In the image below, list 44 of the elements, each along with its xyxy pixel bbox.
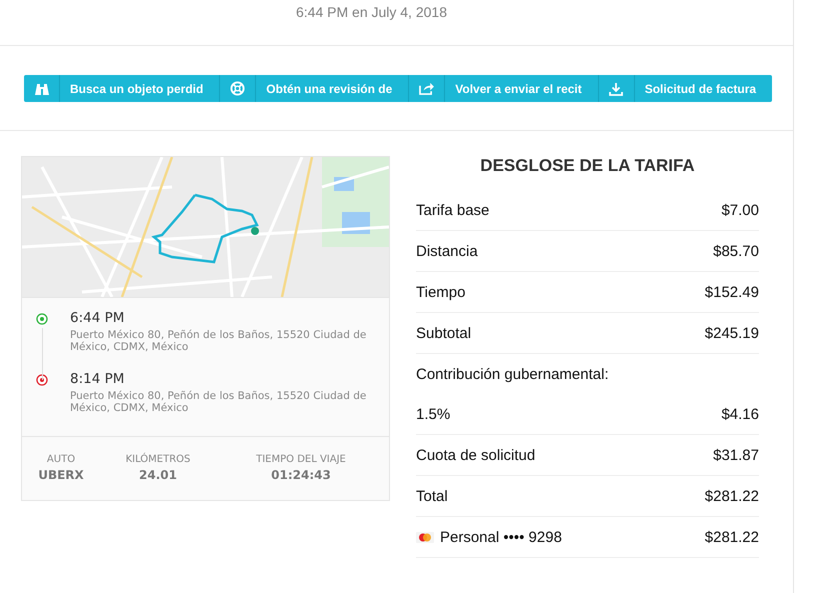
fare-amount: $281.22 [704, 528, 759, 546]
fare-label: Distancia [416, 242, 478, 260]
action-button[interactable]: Obtén una revisión de [256, 75, 410, 102]
pickup-marker-icon [36, 313, 48, 325]
action-icon-button[interactable] [598, 75, 635, 102]
fare-label: 1.5% [416, 406, 450, 422]
fare-label: Cuota de solicitud [416, 446, 536, 464]
download-icon [609, 82, 624, 96]
fare-label: Tarifa base [416, 202, 490, 218]
stat-label: AUTO [46, 454, 76, 465]
stop-time: 8:14 PM [70, 371, 126, 387]
stop-address: Puerto México 80, Peñón de los Baños, 15520 Ciudad de México, CDMX, México [70, 390, 368, 414]
fare-amount: $85.70 [713, 242, 759, 260]
fare-label: Subtotal [416, 324, 472, 342]
stat-label: TIEMPO DEL VIAJE [256, 454, 346, 465]
stop-address: Puerto México 80, Peñón de los Baños, 15520 Ciudad de México, CDMX, México [70, 329, 368, 353]
fare-amount: $281.22 [704, 488, 759, 504]
card-icon [416, 532, 434, 542]
action-button[interactable]: Solicitud de factura [634, 75, 772, 102]
stat-value: UBERX [38, 468, 84, 482]
fare-label: Total [416, 488, 448, 504]
fare-label: Tiempo [416, 284, 466, 300]
lifebuoy-icon [230, 81, 246, 96]
dropoff-marker-icon [36, 374, 48, 386]
trip-date: 6:44 PM en July 4, 2018 [296, 4, 447, 20]
action-icon-button[interactable] [220, 75, 256, 102]
fare-amount: $245.19 [704, 324, 759, 342]
fare-amount: $152.49 [704, 284, 759, 300]
fare-label: Contribución gubernamental: [416, 366, 609, 382]
share-icon [419, 82, 434, 95]
payment-method: Personal •••• 9298 [440, 528, 562, 546]
fare-amount: $31.87 [713, 446, 759, 464]
action-button[interactable]: Busca un objeto perdid [60, 75, 220, 102]
stat-value: 01:24:43 [271, 468, 331, 482]
fare-amount: $7.00 [721, 202, 759, 218]
fare-amount: $4.16 [721, 406, 759, 422]
action-icon-button[interactable] [24, 75, 60, 102]
stat-label: KILÓMETROS [126, 454, 190, 465]
stop-time: 6:44 PM [70, 310, 126, 326]
binoculars-icon [34, 82, 48, 96]
stat-value: 24.01 [139, 468, 177, 482]
fare-title: DESGLOSE DE LA TARIFA [480, 156, 695, 175]
action-button[interactable]: Volver a enviar el recit [445, 75, 599, 102]
action-icon-button[interactable] [409, 75, 446, 102]
